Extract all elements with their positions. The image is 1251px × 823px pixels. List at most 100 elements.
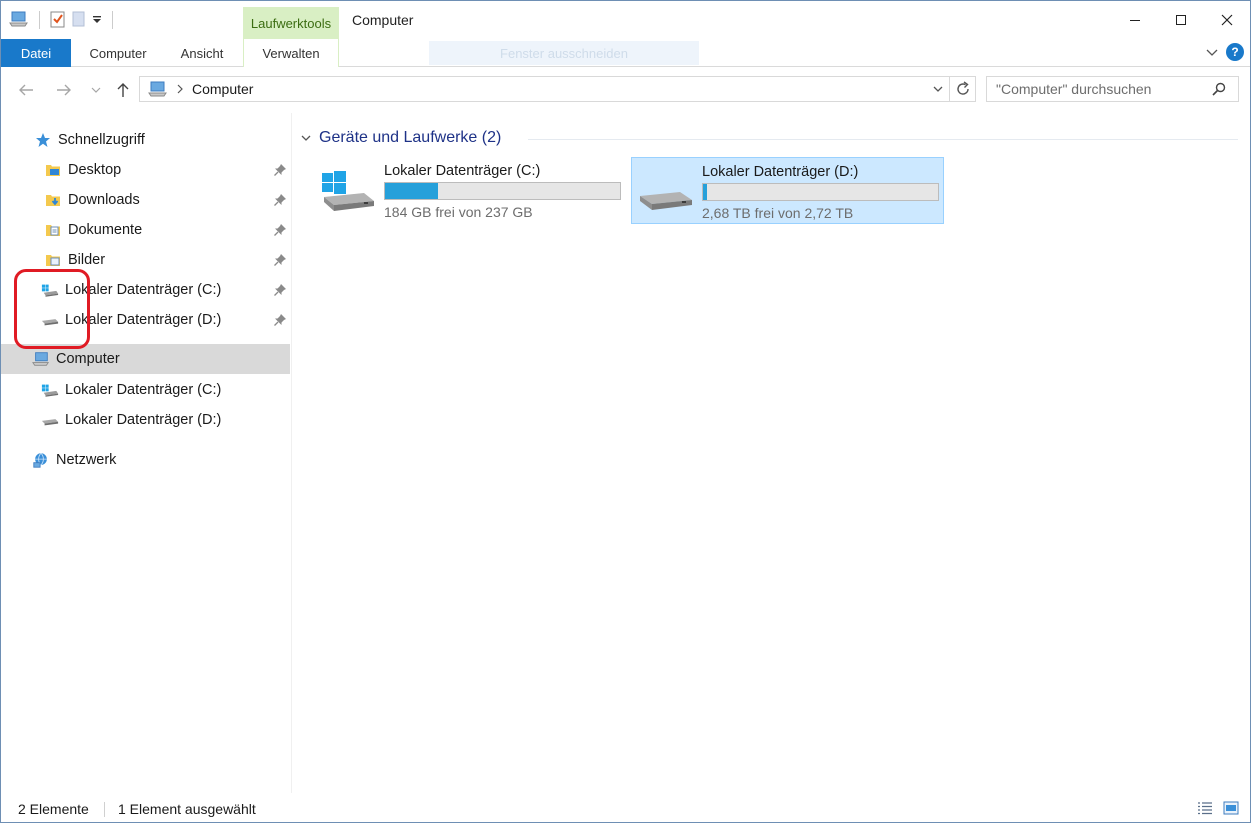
properties-icon[interactable] xyxy=(50,10,66,31)
tab-file[interactable]: Datei xyxy=(1,39,71,67)
window-controls xyxy=(1112,1,1250,39)
nav-item-label: Lokaler Datenträger (C:) xyxy=(65,382,222,398)
pin-icon[interactable] xyxy=(273,283,287,297)
pin-icon[interactable] xyxy=(273,253,287,267)
view-switcher xyxy=(1196,800,1240,816)
computer-icon[interactable] xyxy=(9,10,29,31)
details-view-button[interactable] xyxy=(1196,800,1214,816)
desktop-folder-icon xyxy=(44,161,62,179)
nav-item-documents[interactable]: Dokumente xyxy=(1,215,290,245)
nav-item-quick-access[interactable]: Schnellzugriff xyxy=(1,125,290,155)
tab-manage[interactable]: Verwalten xyxy=(243,39,339,67)
annotation-highlight-ring xyxy=(14,269,90,349)
nav-item-label: Netzwerk xyxy=(56,452,117,468)
minimize-button[interactable] xyxy=(1112,1,1158,39)
ribbon-right-controls: ? xyxy=(1206,43,1244,61)
arrow-left-icon xyxy=(19,84,33,96)
back-button[interactable] xyxy=(15,79,37,101)
tab-computer[interactable]: Computer xyxy=(79,39,157,67)
breadcrumb: Computer xyxy=(148,81,253,97)
qat-separator xyxy=(39,11,40,29)
maximize-icon xyxy=(1176,15,1186,25)
group-divider xyxy=(528,139,1238,140)
maximize-button[interactable] xyxy=(1158,1,1204,39)
ribbon-tab-bar: Datei Computer Ansicht Verwalten Fenster… xyxy=(1,39,1250,67)
drive-tools-context-tab: Laufwerktools xyxy=(243,7,339,39)
address-bar[interactable]: Computer xyxy=(139,76,976,102)
window-title: Computer xyxy=(352,12,414,28)
drive-usage-fill xyxy=(703,184,707,200)
pin-icon[interactable] xyxy=(273,193,287,207)
details-view-icon xyxy=(1198,802,1212,815)
tiles-view-button[interactable] xyxy=(1222,800,1240,816)
pin-icon[interactable] xyxy=(273,163,287,177)
content-pane: Geräte und Laufwerke (2) Lokaler Datentr… xyxy=(293,113,1250,793)
computer-icon xyxy=(32,350,50,368)
expand-ribbon-button[interactable] xyxy=(1206,44,1218,60)
downloads-folder-icon xyxy=(44,191,62,209)
nav-item-desktop[interactable]: Desktop xyxy=(1,155,290,185)
windows-drive-icon xyxy=(41,381,59,399)
drive-usage-bar xyxy=(702,183,939,201)
nav-item-label: Bilder xyxy=(68,252,106,268)
title-bar: Laufwerktools Computer xyxy=(1,1,1250,39)
tiles-view-icon xyxy=(1223,801,1239,815)
chevron-down-icon xyxy=(1206,49,1218,56)
pin-icon[interactable] xyxy=(273,223,287,237)
nav-item-label: Desktop xyxy=(68,162,122,178)
forward-button[interactable] xyxy=(53,79,75,101)
drive-name: Lokaler Datenträger (D:) xyxy=(702,164,859,180)
chevron-down-icon xyxy=(933,86,943,92)
nav-item-label: Dokumente xyxy=(68,222,143,238)
drive-usage-fill xyxy=(385,183,438,199)
nav-item-drive-c[interactable]: Lokaler Datenträger (C:) xyxy=(1,375,290,405)
drive-usage-bar xyxy=(384,182,621,200)
drive-icon xyxy=(41,411,59,429)
windows-drive-icon xyxy=(322,171,374,211)
navigation-pane: Schnellzugriff Desktop Downloads Dokumen… xyxy=(1,113,292,793)
drive-free-space: 184 GB frei von 237 GB xyxy=(384,204,533,220)
search-box xyxy=(986,76,1239,102)
nav-item-label: Downloads xyxy=(68,192,140,208)
breadcrumb-item-computer[interactable]: Computer xyxy=(192,81,253,97)
drive-icon xyxy=(640,192,692,210)
close-button[interactable] xyxy=(1204,1,1250,39)
nav-item-downloads[interactable]: Downloads xyxy=(1,185,290,215)
new-folder-icon[interactable] xyxy=(72,10,86,31)
nav-item-label: Lokaler Datenträger (D:) xyxy=(65,412,222,428)
help-button[interactable]: ? xyxy=(1226,43,1244,61)
nav-item-drive-d[interactable]: Lokaler Datenträger (D:) xyxy=(1,405,290,435)
chevron-down-icon xyxy=(301,135,311,141)
address-bar-controls xyxy=(927,77,975,101)
refresh-icon xyxy=(956,81,969,95)
up-button[interactable] xyxy=(112,79,134,101)
item-count: 2 Elemente xyxy=(18,801,89,817)
drive-tile-c[interactable]: Lokaler Datenträger (C:) 184 GB frei von… xyxy=(314,157,627,224)
chevron-right-icon xyxy=(177,84,183,94)
nav-item-network[interactable]: Netzwerk xyxy=(1,445,290,475)
minimize-icon xyxy=(1130,20,1140,21)
group-header-devices[interactable]: Geräte und Laufwerke (2) xyxy=(301,129,501,147)
qat-separator xyxy=(112,11,113,29)
arrow-right-icon xyxy=(57,84,71,96)
customize-qat-icon[interactable] xyxy=(92,12,102,28)
drive-tile-d[interactable]: Lokaler Datenträger (D:) 2,68 TB frei vo… xyxy=(631,157,944,224)
pictures-folder-icon xyxy=(44,251,62,269)
group-title: Geräte und Laufwerke (2) xyxy=(319,129,502,146)
nav-item-label: Computer xyxy=(56,351,120,367)
star-icon xyxy=(34,131,52,149)
pin-icon[interactable] xyxy=(273,313,287,327)
address-history-button[interactable] xyxy=(927,77,949,101)
computer-icon xyxy=(148,81,167,97)
arrow-up-icon xyxy=(117,83,129,97)
search-input[interactable] xyxy=(987,78,1205,100)
search-icon[interactable] xyxy=(1205,82,1233,96)
tab-view[interactable]: Ansicht xyxy=(167,39,237,67)
close-icon xyxy=(1221,14,1233,26)
ghost-tooltip: Fenster ausschneiden xyxy=(429,41,699,65)
documents-folder-icon xyxy=(44,221,62,239)
drive-name: Lokaler Datenträger (C:) xyxy=(384,163,541,179)
recent-locations-button[interactable] xyxy=(85,79,107,101)
refresh-button[interactable] xyxy=(949,77,975,101)
drive-free-space: 2,68 TB frei von 2,72 TB xyxy=(702,205,854,221)
